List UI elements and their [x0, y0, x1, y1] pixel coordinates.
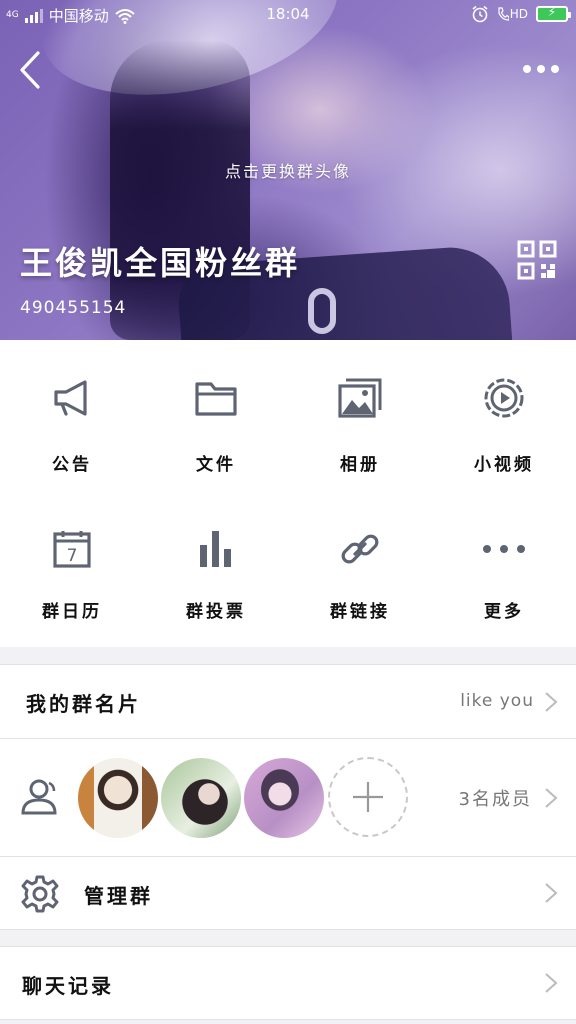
more-dots-icon: [523, 65, 559, 73]
feature-group-calendar[interactable]: 7 群日历: [0, 493, 144, 647]
chevron-right-icon: [545, 692, 558, 712]
status-bar: 4G 中国移动 18:04 HD ⚡: [0, 0, 576, 30]
feature-label: 群链接: [330, 602, 390, 622]
my-group-card-row[interactable]: 我的群名片 like you: [0, 664, 576, 739]
member-count: 3名成员: [458, 789, 532, 810]
chevron-left-icon: [20, 51, 40, 89]
member-avatar[interactable]: [161, 758, 241, 838]
manage-group-label: 管理群: [84, 884, 153, 908]
feature-group-link[interactable]: 群链接: [288, 493, 432, 647]
megaphone-icon: [50, 376, 94, 420]
feature-label: 群投票: [186, 602, 246, 622]
my-group-card-label: 我的群名片: [26, 692, 141, 716]
member-avatar[interactable]: [244, 758, 324, 838]
qr-code-icon: [517, 240, 557, 280]
chevron-right-icon: [545, 883, 558, 903]
feature-short-video[interactable]: 小视频: [432, 340, 576, 493]
phone-icon: [498, 7, 509, 21]
alarm-icon: [472, 5, 488, 23]
group-id: 490455154: [20, 298, 127, 318]
bar-chart-icon: [194, 527, 238, 571]
change-avatar-hint[interactable]: 点击更换群头像: [0, 158, 576, 182]
members-icon: [21, 779, 57, 815]
feature-group-vote[interactable]: 群投票: [144, 493, 288, 647]
album-icon: [338, 376, 382, 420]
feature-files[interactable]: 文件: [144, 340, 288, 493]
plus-icon: [353, 782, 383, 812]
more-options-button[interactable]: [516, 52, 566, 86]
video-icon: [482, 376, 526, 420]
feature-grid: 公告 文件 相册 小视频 7 群日历 群投票 群链接 更多: [0, 340, 576, 647]
my-group-card-value: like you: [460, 691, 534, 711]
feature-label: 文件: [196, 455, 236, 475]
feature-album[interactable]: 相册: [288, 340, 432, 493]
chat-history-row[interactable]: 聊天记录: [0, 946, 576, 1020]
members-row[interactable]: 3名成员: [0, 738, 576, 857]
header-photo-shirt-number: [308, 288, 336, 334]
back-button[interactable]: [10, 48, 50, 92]
folder-icon: [194, 376, 238, 420]
link-icon: [338, 527, 382, 571]
feature-label: 群日历: [42, 602, 102, 622]
gear-icon: [21, 875, 59, 913]
group-name: 王俊凯全国粉丝群: [20, 244, 301, 282]
battery-icon: ⚡: [536, 5, 571, 22]
feature-label: 更多: [484, 602, 524, 622]
feature-label: 公告: [52, 455, 92, 475]
manage-group-row[interactable]: 管理群: [0, 856, 576, 930]
feature-label: 小视频: [474, 455, 534, 475]
chevron-right-icon: [545, 973, 558, 993]
calendar-icon: 7: [50, 527, 94, 571]
hd-call-indicator: HD: [497, 7, 528, 21]
group-header: 4G 中国移动 18:04 HD ⚡ 点击更换群头像 王俊凯全国粉丝群 4904…: [0, 0, 576, 340]
chat-history-label: 聊天记录: [22, 974, 114, 998]
svg-text:7: 7: [67, 546, 78, 566]
more-dots-icon: [482, 527, 526, 571]
add-member-button[interactable]: [328, 757, 408, 837]
member-avatar[interactable]: [78, 758, 158, 838]
chevron-right-icon: [545, 788, 558, 808]
qr-code-button[interactable]: [517, 240, 557, 280]
feature-more[interactable]: 更多: [432, 493, 576, 647]
status-right: HD ⚡: [471, 5, 571, 23]
feature-label: 相册: [340, 455, 380, 475]
feature-announcement[interactable]: 公告: [0, 340, 144, 493]
